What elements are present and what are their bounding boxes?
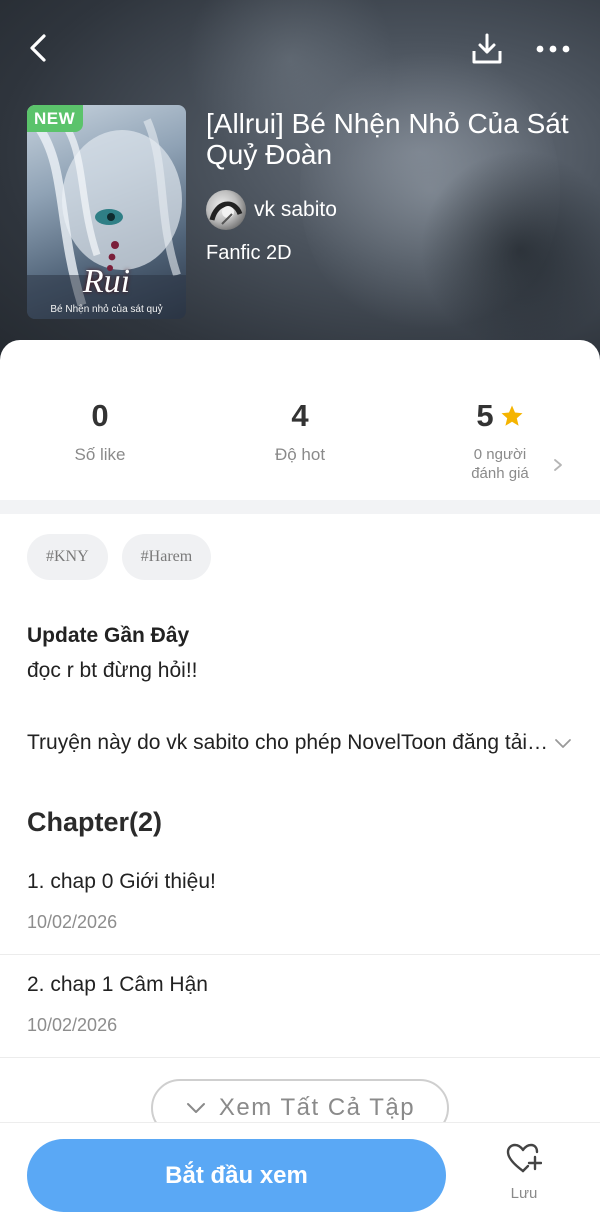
save-button[interactable]: Lưu [490,1143,558,1215]
chapter-date: 10/02/2026 [27,912,118,932]
stats-row: 0 Số like 4 Độ hot 5 0 người đánh giá [0,395,600,495]
chapter-divider [0,1057,600,1058]
hot-stat: 4 Độ hot [200,395,400,465]
genre-label[interactable]: Fanfic 2D [206,242,292,265]
chapter-date: 10/02/2026 [27,1015,118,1035]
chapter-heading: Chapter(2) [27,807,163,837]
chevron-right-icon[interactable] [552,458,564,472]
save-label: Lưu [510,1185,538,1202]
book-title: [Allrui] Bé Nhện Nhỏ Của Sát Quỷ Đoàn [206,108,569,170]
chapter-item[interactable]: 2. chap 1 Câm Hận 10/02/2026 [0,955,600,1058]
book-header: NEW Rui Bé Nhện nhỏ của sát quỷ [Allrui]… [0,0,600,380]
hot-label: Độ hot [274,445,326,464]
rating-stat[interactable]: 5 0 người đánh giá [400,395,600,483]
rating-value: 5 [476,398,494,433]
likes-stat: 0 Số like [0,395,200,465]
description-toggle[interactable]: Truyện này do vk sabito cho phép NovelTo… [27,728,573,758]
chevron-down-icon [555,739,571,748]
back-button[interactable] [18,28,58,68]
new-badge: NEW [27,105,84,132]
heart-plus-icon [506,1143,542,1173]
section-divider [0,500,600,514]
start-reading-button[interactable]: Bắt đầu xem [27,1139,446,1212]
view-all-label: Xem Tất Cả Tập [218,1094,416,1121]
chapter-item[interactable]: 1. chap 0 Giới thiệu! 10/02/2026 [0,852,600,955]
tag-harem[interactable]: #Harem [121,534,212,580]
chapter-name: 2. chap 1 Câm Hận [27,973,208,996]
download-button[interactable] [466,28,508,70]
tag-kny[interactable]: #KNY [27,534,108,580]
hot-value: 4 [291,398,309,433]
likes-label: Số like [74,445,126,464]
tag-list: #KNY #Harem [27,534,212,580]
more-icon [536,45,570,53]
download-icon [472,33,502,64]
update-text: đọc r bt đừng hỏi!! [27,659,198,682]
update-title: Update Gần Đây [27,624,190,647]
rating-value-row: 5 [400,395,600,437]
rating-count-label: 0 người [473,446,527,463]
chevron-down-icon [186,1103,205,1113]
star-icon [501,405,523,426]
description-text: Truyện này do vk sabito cho phép NovelTo… [27,731,549,754]
cover-subtitle: Bé Nhện nhỏ của sát quỷ [50,304,163,315]
book-cover[interactable]: NEW Rui Bé Nhện nhỏ của sát quỷ [27,105,186,319]
author-link[interactable]: vk sabito [206,190,337,230]
author-name: vk sabito [254,198,337,221]
likes-value: 0 [91,398,109,433]
more-button[interactable] [532,28,574,70]
rating-text-label: đánh giá [471,465,529,482]
cover-title: Rui [82,263,131,300]
back-icon [30,34,46,62]
rating-label: 0 người đánh giá [400,445,600,483]
author-avatar [206,190,246,230]
chapter-name: 1. chap 0 Giới thiệu! [27,870,216,893]
